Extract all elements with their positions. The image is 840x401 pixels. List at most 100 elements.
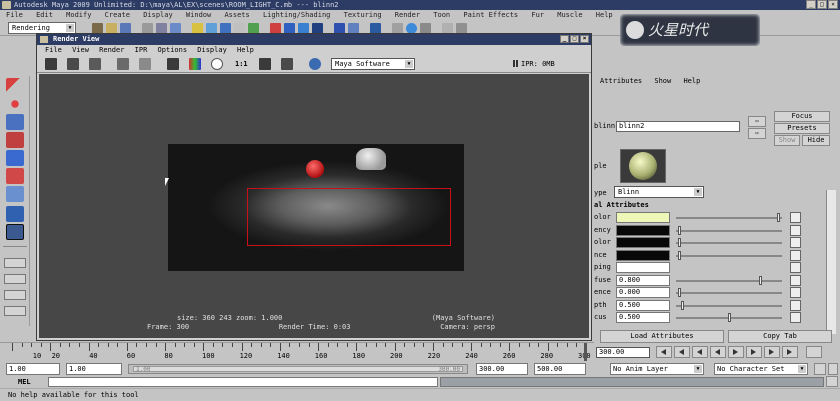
focus-button[interactable]: Focus	[774, 111, 830, 122]
move-tool-icon[interactable]	[6, 132, 24, 148]
menu-render[interactable]: Render	[395, 11, 420, 19]
step-back-key-button[interactable]	[692, 346, 708, 358]
menu-fur[interactable]: Fur	[531, 11, 544, 19]
last-tool-icon[interactable]	[6, 224, 24, 240]
step-forward-button[interactable]	[764, 346, 780, 358]
layout-four-icon[interactable]	[4, 274, 26, 284]
keep-image-icon[interactable]	[139, 58, 151, 70]
load-attributes-button[interactable]: Load Attributes	[600, 330, 724, 343]
slider-handle[interactable]	[728, 313, 731, 322]
play-backwards-button[interactable]	[710, 346, 726, 358]
layout-single-icon[interactable]	[4, 258, 26, 268]
rgb-channels-icon[interactable]	[189, 58, 201, 70]
universal-manip-icon[interactable]	[6, 186, 24, 202]
anim-layer-dropdown[interactable]: No Anim Layer ▼	[610, 363, 704, 375]
menu-muscle[interactable]: Muscle	[557, 11, 582, 19]
current-time-field[interactable]: 300.00	[596, 347, 650, 358]
show-button[interactable]: Show	[774, 135, 800, 146]
minimize-icon[interactable]: _	[560, 35, 569, 43]
rv-menu-file[interactable]: File	[45, 46, 62, 54]
maximize-icon[interactable]: □	[570, 35, 579, 43]
slider-handle[interactable]	[678, 288, 682, 297]
attribute-slider[interactable]	[676, 229, 782, 232]
minimize-icon[interactable]: _	[806, 0, 816, 9]
time-slider[interactable]: 10 20 40 60 80 100 120 140 160 180 200 220 240 260 280…	[0, 342, 594, 362]
map-button-icon[interactable]	[790, 287, 801, 298]
menu-display[interactable]: Display	[143, 11, 173, 19]
menu-texturing[interactable]: Texturing	[344, 11, 382, 19]
paint-select-icon[interactable]	[6, 114, 24, 130]
maximize-icon[interactable]: □	[817, 0, 827, 9]
auto-key-icon[interactable]	[814, 363, 826, 375]
rv-menu-render[interactable]: Render	[99, 46, 124, 54]
select-tool-icon[interactable]	[6, 78, 24, 94]
current-time-marker[interactable]	[584, 343, 587, 361]
playback-start-field[interactable]: 1.00	[66, 363, 122, 375]
pause-icon[interactable]	[513, 60, 518, 67]
slider-handle[interactable]	[678, 225, 682, 235]
render-region-marquee[interactable]	[247, 188, 451, 246]
rv-menu-display[interactable]: Display	[197, 46, 227, 54]
layout-outliner-icon[interactable]	[4, 306, 26, 316]
slider-handle[interactable]	[759, 275, 763, 285]
range-slider[interactable]: 1.00 300.00	[128, 364, 468, 374]
attribute-slider[interactable]	[676, 304, 782, 307]
attribute-slider[interactable]	[676, 217, 782, 219]
attribute-value-field[interactable]: 0.000	[616, 287, 670, 298]
character-set-dropdown[interactable]: No Character Set ▼	[714, 363, 808, 375]
attribute-slider[interactable]	[676, 242, 782, 244]
render-canvas[interactable]: size: 360 243 zoom: 1.000 (Maya Software…	[39, 74, 589, 338]
attribute-slider[interactable]	[676, 292, 782, 294]
rv-menu-view[interactable]: View	[72, 46, 89, 54]
ratio-label[interactable]: 1:1	[235, 60, 248, 68]
common-attributes-header[interactable]: al Attributes	[594, 200, 826, 211]
attribute-value-field[interactable]	[616, 212, 670, 223]
map-button-icon[interactable]	[790, 312, 801, 323]
map-button-icon[interactable]	[790, 249, 801, 261]
slider-handle[interactable]	[681, 300, 685, 310]
redo-render-icon[interactable]	[45, 58, 57, 70]
renderer-dropdown[interactable]: Maya Software ▼	[331, 58, 415, 70]
map-button-icon[interactable]	[790, 262, 801, 273]
menu-paint-effects[interactable]: Paint Effects	[463, 11, 518, 19]
script-editor-icon[interactable]	[826, 376, 838, 387]
map-button-icon[interactable]	[790, 274, 801, 286]
slider-handle[interactable]	[678, 250, 682, 260]
attribute-value-field[interactable]	[616, 237, 670, 248]
command-language-label[interactable]: MEL	[18, 378, 31, 386]
step-forward-key-button[interactable]	[746, 346, 762, 358]
rv-menu-help[interactable]: Help	[237, 46, 254, 54]
render-settings-icon[interactable]	[281, 58, 293, 70]
attribute-slider[interactable]	[676, 279, 782, 282]
scale-tool-icon[interactable]	[6, 168, 24, 184]
rotate-tool-icon[interactable]	[6, 150, 24, 166]
ae-scrollbar[interactable]	[826, 190, 836, 334]
go-to-output-icon[interactable]: ⇨	[748, 128, 766, 139]
animation-end-field[interactable]: 500.00	[534, 363, 586, 375]
ipr-icon[interactable]	[67, 58, 79, 70]
render-region-icon[interactable]	[89, 58, 101, 70]
snapshot-icon[interactable]	[117, 58, 129, 70]
soft-mod-icon[interactable]	[6, 206, 24, 222]
render-globals-icon[interactable]	[309, 58, 321, 70]
menu-create[interactable]: Create	[105, 11, 130, 19]
menu-assets[interactable]: Assets	[224, 11, 249, 19]
map-button-icon[interactable]	[790, 299, 801, 311]
command-input[interactable]	[48, 377, 438, 387]
go-to-input-icon[interactable]: ⇦	[748, 116, 766, 127]
alpha-channel-icon[interactable]	[211, 58, 223, 70]
anim-prefs-icon[interactable]	[828, 363, 838, 375]
playback-end-field[interactable]: 300.00	[476, 363, 528, 375]
slider-handle[interactable]	[776, 213, 780, 222]
range-slider-handle[interactable]: 1.00 300.00	[133, 366, 463, 373]
ae-menu-attributes[interactable]: Attributes	[600, 77, 642, 85]
remove-image-icon[interactable]	[167, 58, 179, 70]
menu-file[interactable]: File	[6, 11, 23, 19]
menu-edit[interactable]: Edit	[36, 11, 53, 19]
lasso-tool-icon[interactable]	[6, 96, 24, 112]
attribute-value-field[interactable]	[616, 249, 670, 261]
display-real-size-icon[interactable]	[259, 58, 271, 70]
hide-button[interactable]: Hide	[802, 135, 830, 146]
play-forwards-button[interactable]	[728, 346, 744, 358]
menu-modify[interactable]: Modify	[66, 11, 91, 19]
